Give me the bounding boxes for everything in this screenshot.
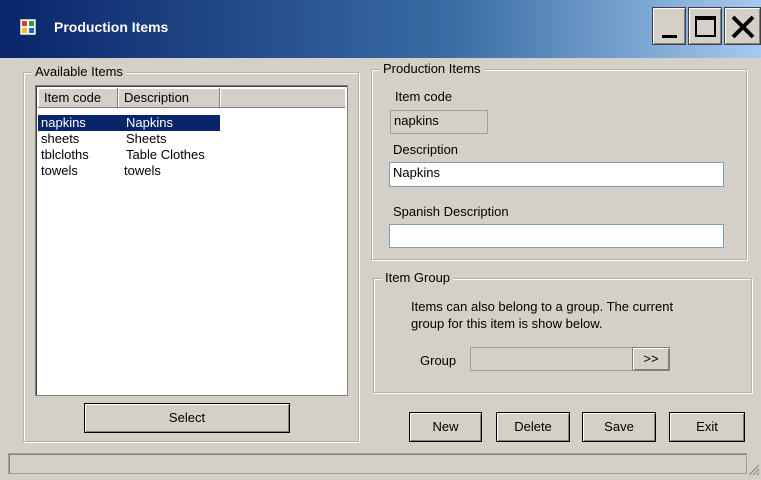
items-list[interactable]: Item code Description napkins Napkins sh… (35, 85, 348, 396)
item-description-cell: Table Clothes (126, 147, 205, 162)
spanish-description-label: Spanish Description (393, 204, 509, 219)
title-bar: Production Items (0, 0, 761, 58)
item-group-label: Item Group (382, 270, 454, 285)
item-group-group: Item Group (373, 270, 752, 393)
new-button[interactable]: New (409, 412, 482, 442)
list-header: Item code Description (38, 88, 345, 108)
column-header-item-code[interactable]: Item code (38, 88, 118, 108)
item-code-label: Item code (395, 89, 453, 104)
browse-group-button[interactable]: >> (632, 347, 670, 371)
list-item[interactable]: towels towels (38, 163, 345, 179)
item-description-cell: towels (124, 163, 161, 178)
group-info-line-2: group for this item is show below. (411, 316, 603, 331)
list-item[interactable]: tblcloths Table Clothes (38, 147, 345, 163)
save-button[interactable]: Save (582, 412, 656, 442)
minimize-icon (662, 35, 677, 38)
list-item[interactable]: sheets Sheets (38, 131, 345, 147)
select-button[interactable]: Select (84, 403, 290, 433)
list-item[interactable]: napkins Napkins (38, 115, 345, 131)
item-code-cell: sheets (41, 131, 80, 146)
item-description-cell: Sheets (126, 131, 167, 146)
item-code-cell: tblcloths (41, 147, 89, 162)
group-info-line-1: Items can also belong to a group. The cu… (411, 299, 674, 314)
group-field-label: Group (420, 353, 457, 368)
description-label: Description (393, 142, 459, 157)
maximize-button[interactable] (688, 7, 722, 45)
exit-button[interactable]: Exit (669, 412, 745, 442)
maximize-icon (695, 16, 716, 37)
item-code-cell: napkins (41, 115, 86, 130)
group-field (470, 347, 633, 371)
resize-grip-icon[interactable] (748, 464, 760, 476)
delete-button[interactable]: Delete (496, 412, 570, 442)
column-header-filler (220, 88, 345, 108)
minimize-button[interactable] (652, 7, 686, 45)
description-field[interactable]: Napkins (389, 162, 724, 187)
item-description-cell: Napkins (126, 115, 173, 130)
app-icon (20, 19, 36, 35)
item-code-cell: towels (41, 163, 78, 178)
available-items-label: Available Items (32, 64, 126, 79)
column-header-description[interactable]: Description (118, 88, 220, 108)
close-icon (731, 15, 755, 39)
window-title: Production Items (54, 19, 169, 35)
status-bar (8, 453, 747, 474)
production-items-label: Production Items (380, 61, 484, 76)
item-code-field: napkins (390, 110, 488, 134)
spanish-description-field[interactable] (389, 224, 724, 248)
close-button[interactable] (724, 7, 761, 45)
